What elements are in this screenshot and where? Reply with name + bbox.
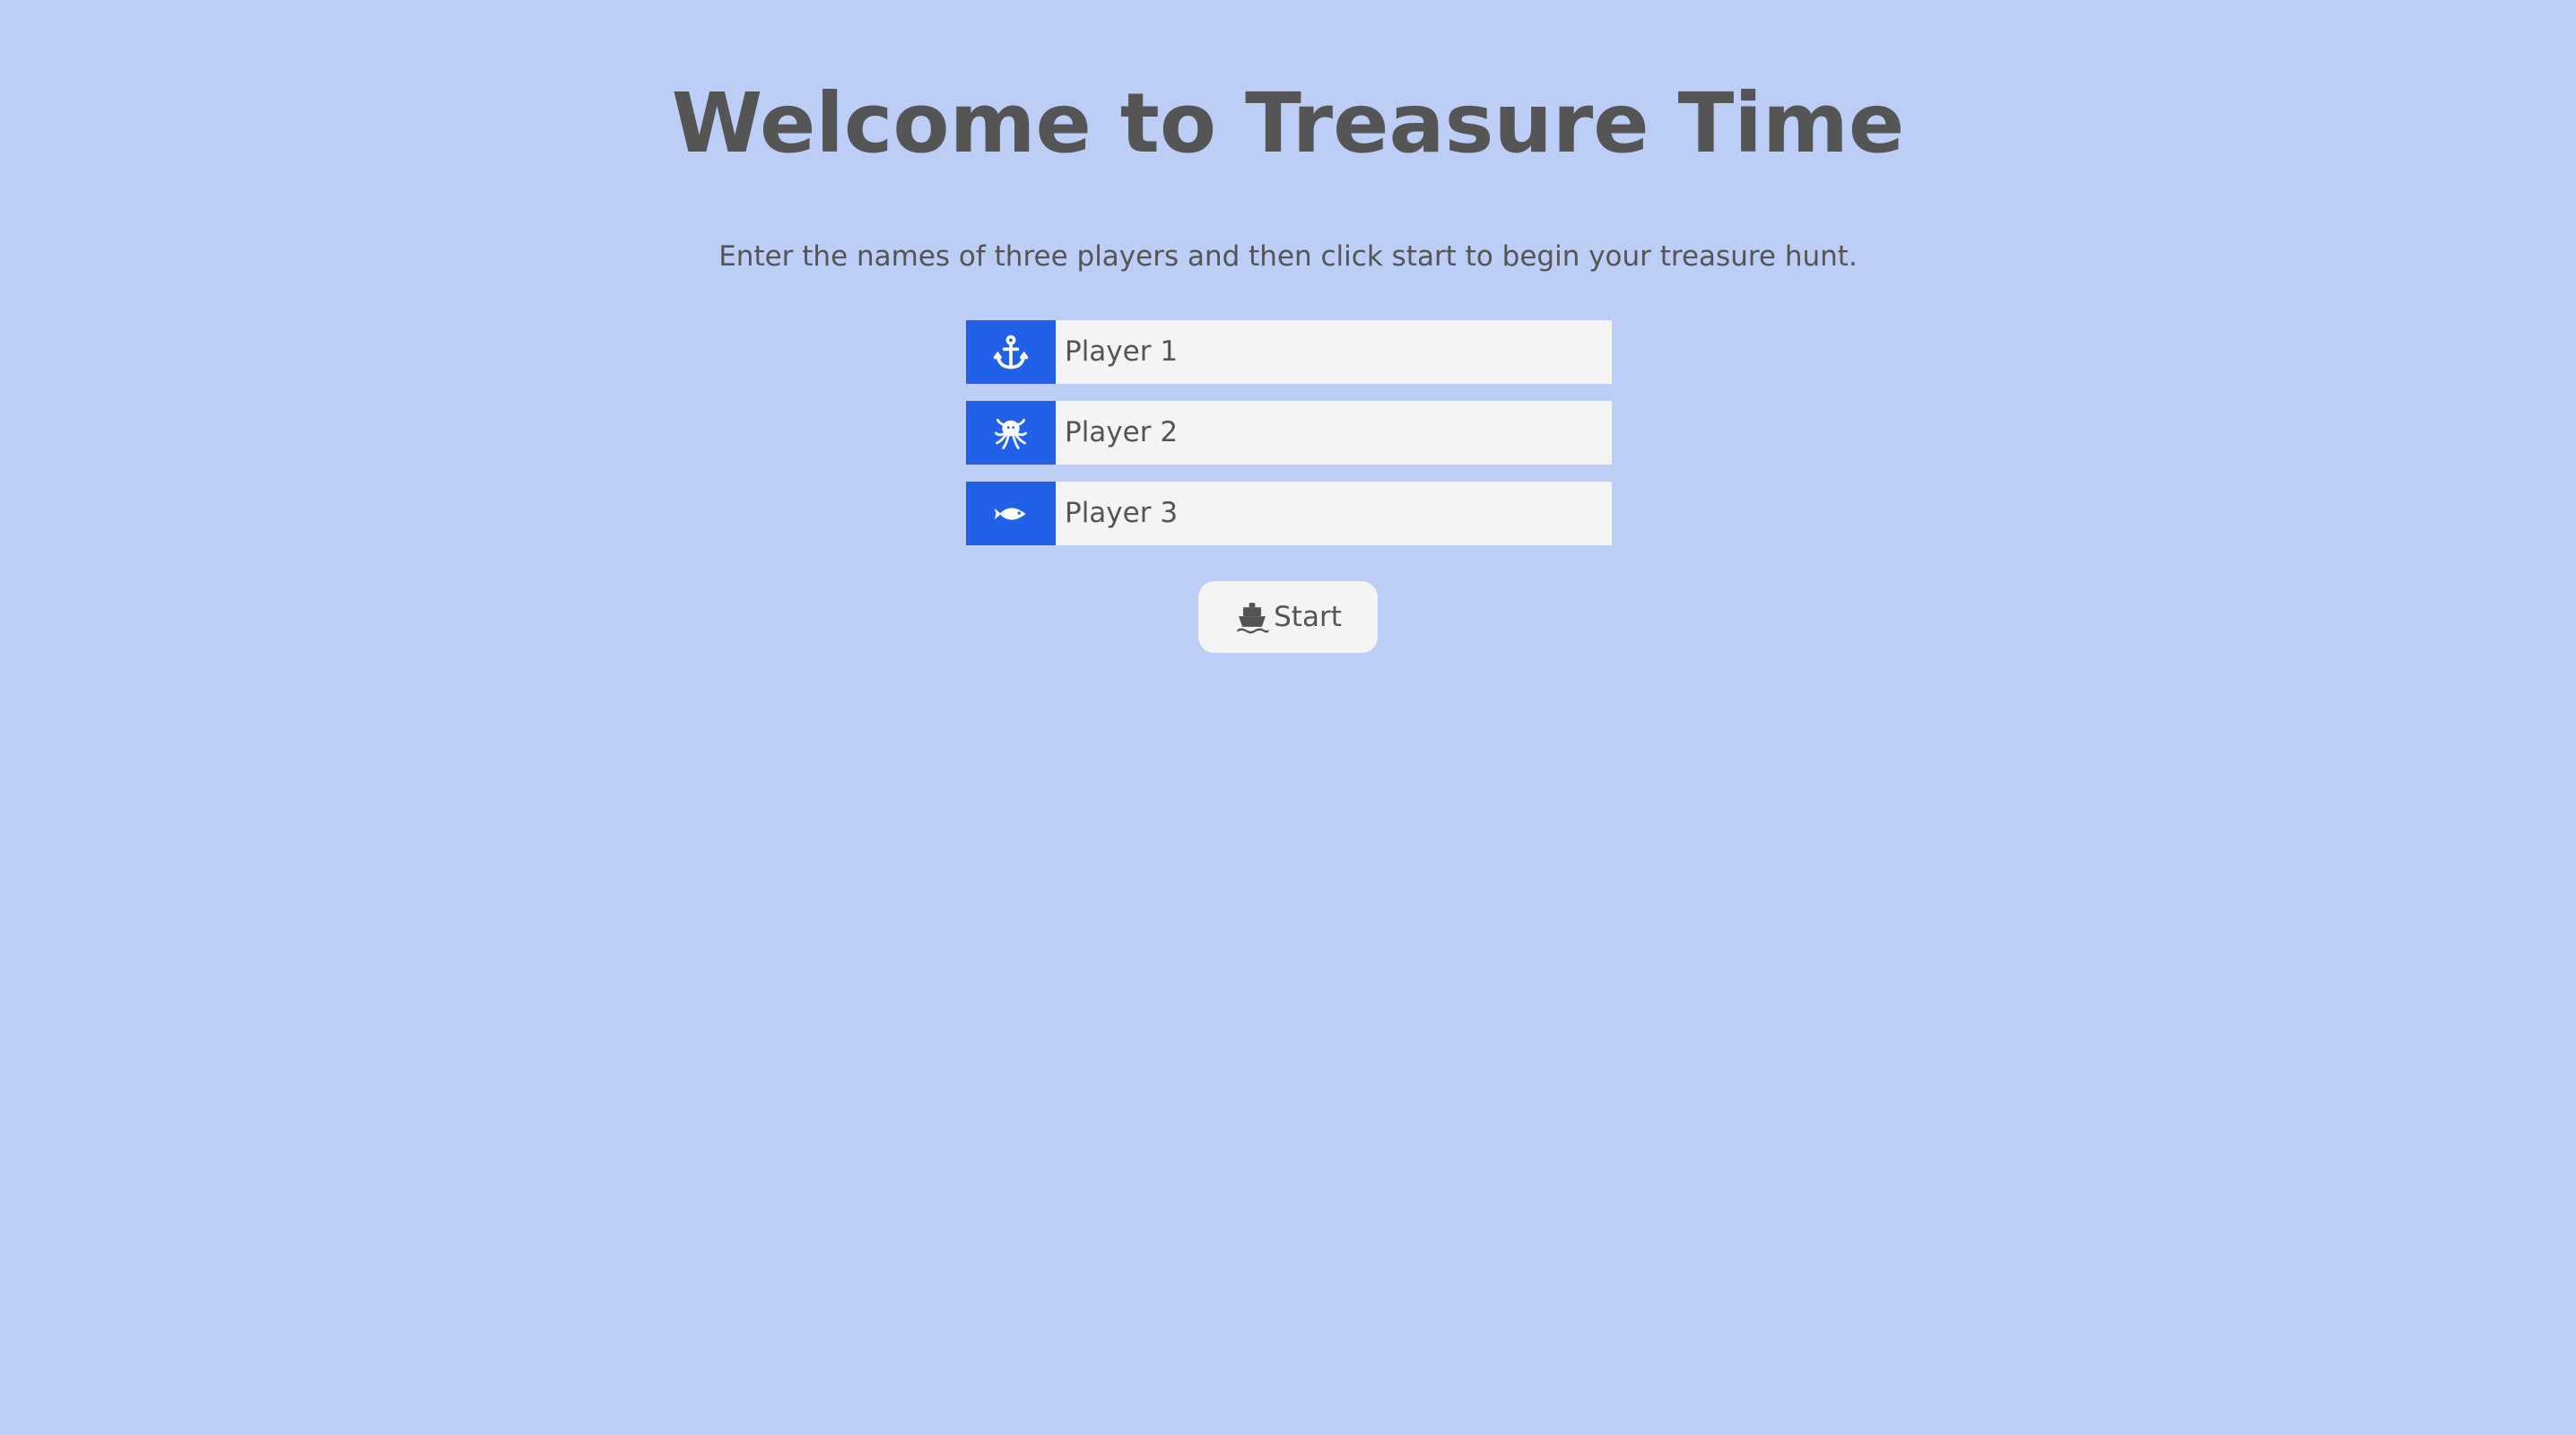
player-2-row [966, 401, 1612, 465]
octopus-icon [991, 413, 1031, 453]
start-button[interactable]: Start [1198, 581, 1378, 653]
player-2-name-input[interactable] [1056, 401, 1612, 465]
player-3-row [966, 482, 1612, 545]
player-3-icon-badge [966, 482, 1056, 545]
player-1-name-input[interactable] [1056, 320, 1612, 384]
ship-icon [1234, 599, 1270, 635]
player-1-row [966, 320, 1612, 384]
start-button-label: Start [1274, 601, 1342, 633]
player-name-form [966, 320, 1612, 562]
player-3-name-input[interactable] [1056, 482, 1612, 545]
player-1-icon-badge [966, 320, 1056, 384]
player-2-icon-badge [966, 401, 1056, 465]
instructions-text: Enter the names of three players and the… [718, 240, 1858, 273]
page-title: Welcome to Treasure Time [671, 75, 1905, 171]
fish-icon [991, 494, 1031, 534]
anchor-icon [991, 333, 1031, 372]
